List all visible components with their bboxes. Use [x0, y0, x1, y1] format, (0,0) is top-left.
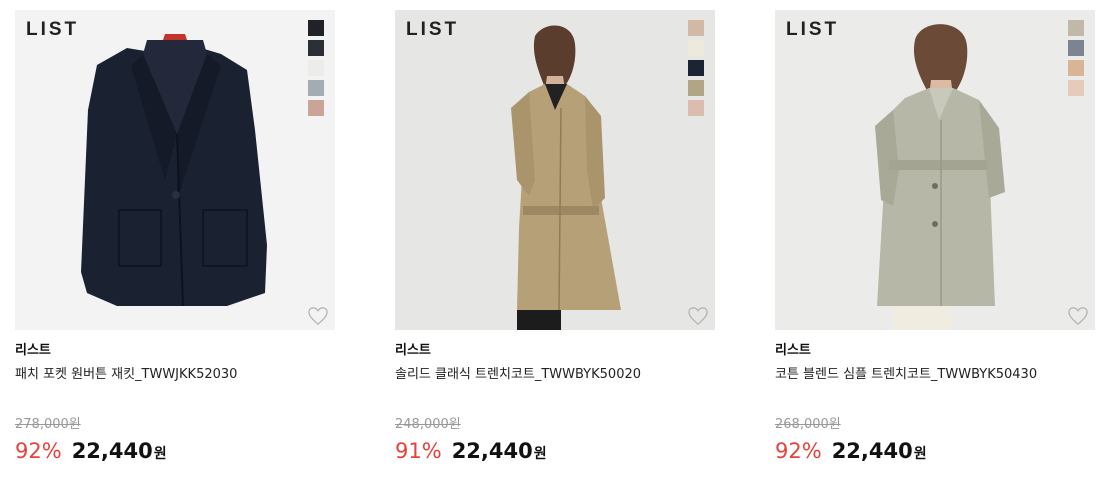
- sale-price: 22,440: [831, 439, 913, 463]
- heart-icon[interactable]: [307, 306, 329, 326]
- sale-price: 22,440: [71, 439, 153, 463]
- color-swatch[interactable]: [688, 80, 704, 96]
- brand-name[interactable]: 리스트: [395, 343, 715, 359]
- product-name[interactable]: 솔리드 클래식 트렌치코트_TWWBYK50020: [395, 367, 715, 383]
- original-price: 278,000원: [15, 417, 81, 432]
- price-row: 92% 22,440 원: [775, 439, 1095, 465]
- currency-unit: 원: [913, 446, 927, 462]
- color-swatches: [688, 20, 704, 116]
- color-swatch[interactable]: [1068, 60, 1084, 76]
- color-swatch[interactable]: [308, 40, 324, 56]
- product-name[interactable]: 코튼 블렌드 심플 트렌치코트_TWWBYK50430: [775, 367, 1095, 383]
- currency-unit: 원: [533, 446, 547, 462]
- sale-price: 22,440: [451, 439, 533, 463]
- color-swatches: [308, 20, 324, 116]
- color-swatch[interactable]: [308, 20, 324, 36]
- color-swatch[interactable]: [308, 80, 324, 96]
- brand-logo: LIST: [406, 19, 460, 40]
- color-swatches: [1068, 20, 1084, 96]
- color-swatch[interactable]: [308, 60, 324, 76]
- heart-icon[interactable]: [687, 306, 709, 326]
- price-row: 92% 22,440 원: [15, 439, 335, 465]
- color-swatch[interactable]: [1068, 40, 1084, 56]
- color-swatch[interactable]: [1068, 20, 1084, 36]
- heart-icon[interactable]: [1067, 306, 1089, 326]
- trench-coat-model-image: [511, 25, 621, 330]
- product-card[interactable]: LIST 리스트 코튼 블렌드 심플 트렌치코트_TWWBYK50430 268…: [775, 10, 1095, 465]
- product-grid: LIST 리스트 패치 포켓 원버튼 재킷_TWWJKK52030 278,00…: [0, 0, 1097, 493]
- brand-logo: LIST: [786, 19, 840, 40]
- product-image[interactable]: LIST: [395, 10, 715, 330]
- color-swatch[interactable]: [688, 60, 704, 76]
- color-swatch[interactable]: [688, 40, 704, 56]
- brand-name[interactable]: 리스트: [15, 343, 335, 359]
- product-card[interactable]: LIST 리스트 솔리드 클래식 트렌치코트_TWWBYK50020 248,0…: [395, 10, 715, 465]
- trench-coat-model-image: [875, 24, 1005, 330]
- color-swatch[interactable]: [1068, 80, 1084, 96]
- color-swatch[interactable]: [308, 100, 324, 116]
- discount-rate: 92%: [15, 439, 62, 463]
- jacket-image: [81, 34, 267, 307]
- product-image[interactable]: LIST: [15, 10, 335, 330]
- discount-rate: 91%: [395, 439, 442, 463]
- product-name[interactable]: 패치 포켓 원버튼 재킷_TWWJKK52030: [15, 367, 335, 383]
- original-price: 248,000원: [395, 417, 461, 432]
- product-card[interactable]: LIST 리스트 패치 포켓 원버튼 재킷_TWWJKK52030 278,00…: [15, 10, 335, 465]
- brand-name[interactable]: 리스트: [775, 343, 1095, 359]
- original-price: 268,000원: [775, 417, 841, 432]
- color-swatch[interactable]: [688, 20, 704, 36]
- color-swatch[interactable]: [688, 100, 704, 116]
- product-image[interactable]: LIST: [775, 10, 1095, 330]
- discount-rate: 92%: [775, 439, 822, 463]
- currency-unit: 원: [153, 446, 167, 462]
- brand-logo: LIST: [26, 19, 80, 40]
- price-row: 91% 22,440 원: [395, 439, 715, 465]
